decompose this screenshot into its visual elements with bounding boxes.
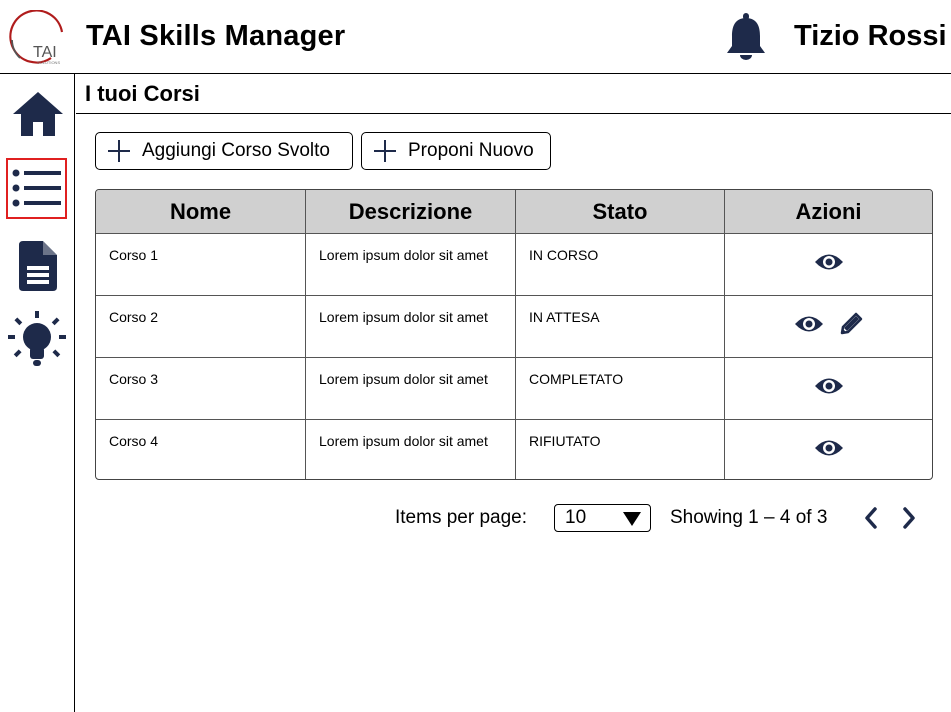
- app-title: TAI Skills Manager: [86, 20, 346, 52]
- eye-icon[interactable]: [814, 437, 844, 459]
- bell-icon[interactable]: [724, 12, 768, 62]
- cell-azioni: [725, 234, 932, 295]
- plus-icon: [374, 140, 396, 162]
- table-row: Corso 4 Lorem ipsum dolor sit amet RIFIU…: [96, 420, 932, 479]
- pencil-icon[interactable]: [838, 311, 864, 337]
- column-header-nome[interactable]: Nome: [96, 190, 306, 233]
- column-header-descrizione[interactable]: Descrizione: [306, 190, 516, 233]
- chevron-left-icon: [865, 507, 877, 529]
- cell-nome: Corso 2: [96, 296, 306, 357]
- table-row: Corso 2 Lorem ipsum dolor sit amet IN AT…: [96, 296, 932, 358]
- document-icon: [19, 241, 57, 291]
- next-page-button[interactable]: [899, 506, 919, 530]
- list-icon: [12, 169, 61, 206]
- cell-nome: Corso 1: [96, 234, 306, 295]
- previous-page-button[interactable]: [861, 506, 881, 530]
- page-title: I tuoi Corsi: [85, 81, 200, 106]
- items-per-page-value: 10: [565, 507, 587, 528]
- table-header-row: Nome Descrizione Stato Azioni: [96, 190, 932, 234]
- page-title-bar: I tuoi Corsi: [76, 74, 951, 114]
- add-course-label: Aggiungi Corso Svolto: [142, 140, 330, 161]
- cell-nome: Corso 4: [96, 420, 306, 479]
- pagination-range: Showing 1 – 4 of 3: [670, 507, 828, 528]
- items-per-page-label: Items per page:: [395, 507, 528, 528]
- cell-azioni: [725, 420, 932, 479]
- eye-icon[interactable]: [814, 375, 844, 397]
- logo-subtext: SOLUTIONS: [37, 60, 60, 65]
- home-icon: [13, 92, 63, 136]
- table-row: Corso 3 Lorem ipsum dolor sit amet COMPL…: [96, 358, 932, 420]
- sidebar-item-documents[interactable]: [8, 238, 68, 294]
- logo-text: TAI: [33, 44, 57, 61]
- column-header-azioni: Azioni: [795, 198, 862, 224]
- cell-azioni: [725, 358, 932, 419]
- lightbulb-icon: [8, 311, 66, 366]
- eye-icon[interactable]: [814, 251, 844, 273]
- cell-azioni: [725, 296, 932, 357]
- eye-icon[interactable]: [794, 313, 824, 335]
- cell-descrizione: Lorem ipsum dolor sit amet: [306, 420, 516, 479]
- cell-stato: IN ATTESA: [516, 296, 725, 357]
- courses-table: Nome Descrizione Stato Azioni Corso 1 Lo…: [95, 189, 933, 480]
- cell-descrizione: Lorem ipsum dolor sit amet: [306, 358, 516, 419]
- cell-stato: RIFIUTATO: [516, 420, 725, 479]
- propose-new-label: Proponi Nuovo: [408, 140, 534, 161]
- sidebar-item-home[interactable]: [8, 86, 68, 142]
- items-per-page-select[interactable]: 10: [554, 504, 651, 532]
- app-header: TAI SOLUTIONS TAI Skills Manager Tizio R…: [0, 0, 951, 74]
- cell-descrizione: Lorem ipsum dolor sit amet: [306, 234, 516, 295]
- cell-nome: Corso 3: [96, 358, 306, 419]
- add-course-button[interactable]: Aggiungi Corso Svolto: [95, 132, 353, 170]
- dropdown-caret-icon: [623, 512, 641, 526]
- table-row: Corso 1 Lorem ipsum dolor sit amet IN CO…: [96, 234, 932, 296]
- sidebar: [0, 74, 75, 712]
- sidebar-item-courses[interactable]: [6, 158, 67, 219]
- sidebar-item-ideas[interactable]: [4, 310, 70, 372]
- cell-stato: IN CORSO: [516, 234, 725, 295]
- column-header-stato[interactable]: Stato: [516, 190, 725, 233]
- chevron-right-icon: [903, 507, 915, 529]
- user-name[interactable]: Tizio Rossi: [794, 20, 947, 53]
- propose-new-button[interactable]: Proponi Nuovo: [361, 132, 551, 170]
- cell-stato: COMPLETATO: [516, 358, 725, 419]
- tai-logo[interactable]: TAI SOLUTIONS: [8, 9, 66, 66]
- plus-icon: [108, 140, 130, 162]
- cell-descrizione: Lorem ipsum dolor sit amet: [306, 296, 516, 357]
